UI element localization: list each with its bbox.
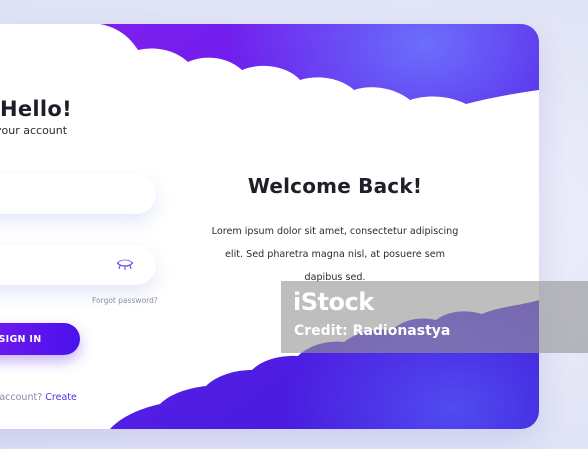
password-field[interactable] [0, 245, 134, 287]
login-card: Hello! n to your account Forgot password… [0, 24, 539, 429]
email-field[interactable] [0, 174, 134, 216]
sign-in-button[interactable]: SIGN IN [0, 323, 80, 355]
welcome-body: Lorem ipsum dolor sit amet, consectetur … [211, 226, 459, 283]
page-background: Hello! n to your account Forgot password… [0, 0, 588, 449]
email-field-wrapper [0, 174, 156, 216]
signup-prompt-text: ve an account? [0, 392, 43, 403]
welcome-panel: Welcome Back! Lorem ipsum dolor sit amet… [205, 174, 465, 289]
greeting-title: Hello! [0, 97, 73, 121]
greeting-subtitle: n to your account [0, 124, 68, 137]
create-account-link[interactable]: Create [45, 392, 77, 403]
signup-prompt: ve an account? Create [0, 392, 77, 403]
password-field-wrapper [0, 245, 156, 287]
welcome-title: Welcome Back! [247, 174, 423, 198]
eye-closed-icon[interactable] [116, 257, 134, 271]
forgot-password-link[interactable]: Forgot password? [92, 296, 158, 305]
